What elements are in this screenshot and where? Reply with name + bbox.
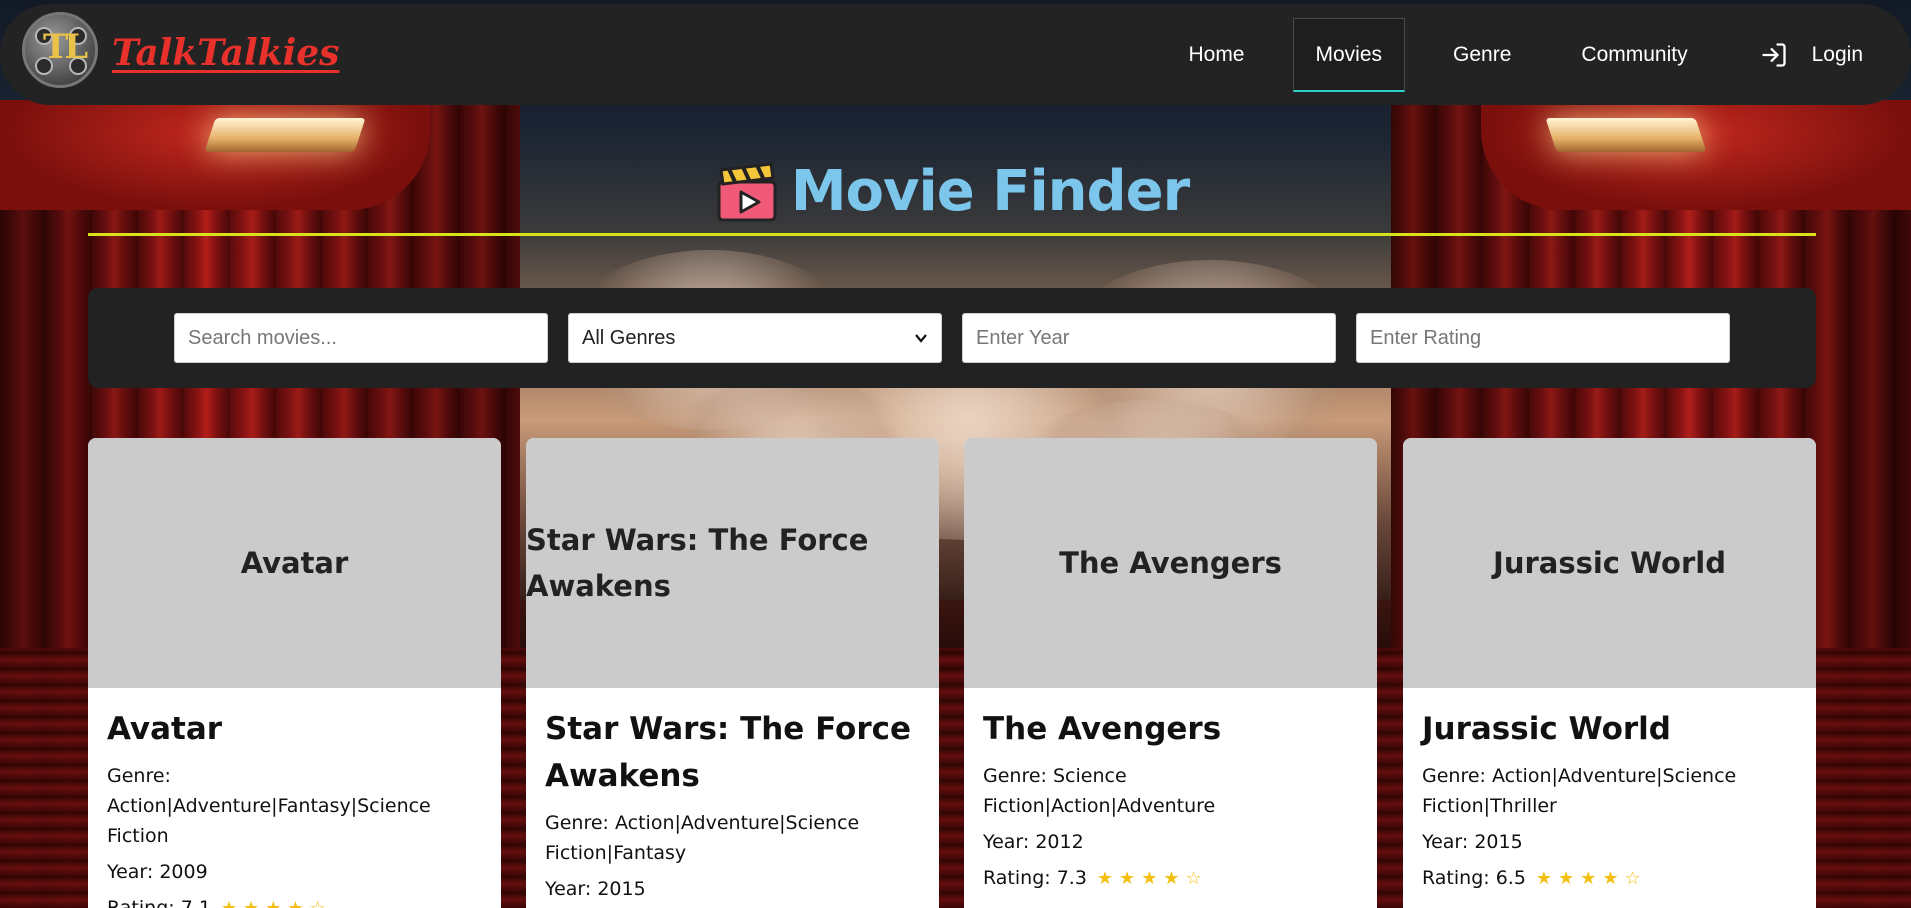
movie-poster: Star Wars: The Force Awakens bbox=[526, 438, 939, 688]
movie-rating: Rating: 7.3 bbox=[983, 867, 1087, 889]
movie-title: The Avengers bbox=[983, 711, 1222, 747]
navbar: TL TalkTalkies Home Movies Genre Communi… bbox=[0, 4, 1911, 105]
movie-year: Year: 2015 bbox=[545, 878, 646, 900]
movie-title: Jurassic World bbox=[1422, 711, 1671, 747]
star-rating-icon: ★★★★☆ bbox=[1096, 868, 1208, 889]
movie-year: Year: 2015 bbox=[1422, 831, 1523, 853]
movie-year: Year: 2012 bbox=[983, 831, 1084, 853]
movie-title: Star Wars: The Force Awakens bbox=[545, 711, 912, 794]
movie-year: Year: 2009 bbox=[107, 861, 208, 883]
nav-home[interactable]: Home bbox=[1166, 18, 1266, 92]
star-rating-icon: ★★★★☆ bbox=[1535, 868, 1647, 889]
movie-rating: Rating: 7.1 bbox=[107, 897, 211, 908]
filter-bar: All Genres bbox=[88, 288, 1816, 388]
nav-movies[interactable]: Movies bbox=[1292, 18, 1406, 92]
movie-rating-row: Rating: 6.5 ★★★★☆ bbox=[1422, 863, 1798, 894]
login-label: Login bbox=[1811, 43, 1863, 66]
movie-poster: The Avengers bbox=[964, 438, 1377, 688]
logo-film-reel-icon[interactable]: TL bbox=[22, 12, 98, 88]
movie-rating-row: Rating: 7.1 ★★★★☆ bbox=[107, 893, 483, 908]
login-arrow-icon bbox=[1761, 43, 1786, 67]
movie-genre: Genre: Science Fiction|Action|Adventure bbox=[983, 765, 1216, 817]
logo-letters: TL bbox=[43, 27, 88, 67]
brand-name[interactable]: TalkTalkies bbox=[112, 32, 339, 74]
movie-rating: Rating: 6.5 bbox=[1422, 867, 1526, 889]
nav-links: Home Movies Genre Community Login bbox=[1140, 18, 1863, 92]
movie-card[interactable]: Star Wars: The Force Awakens Star Wars: … bbox=[526, 438, 939, 908]
movie-genre: Genre: Action|Adventure|Science Fiction|… bbox=[1422, 765, 1737, 817]
movie-poster: Avatar bbox=[88, 438, 501, 688]
nav-community[interactable]: Community bbox=[1559, 18, 1709, 92]
movie-rating-row: Rating: 7.3 ★★★★☆ bbox=[983, 863, 1359, 894]
login-button[interactable]: Login bbox=[1760, 41, 1863, 69]
chevron-down-icon bbox=[915, 334, 927, 343]
star-rating-icon: ★★★★☆ bbox=[221, 898, 332, 908]
rating-input[interactable] bbox=[1356, 313, 1730, 363]
movie-title: Avatar bbox=[107, 711, 223, 747]
nav-genre[interactable]: Genre bbox=[1431, 18, 1533, 92]
year-input[interactable] bbox=[962, 313, 1336, 363]
movie-card[interactable]: Jurassic World Jurassic World Genre: Act… bbox=[1403, 438, 1816, 908]
movie-card[interactable]: Avatar Avatar Genre: Action|Adventure|Fa… bbox=[88, 438, 501, 908]
genre-select[interactable]: All Genres bbox=[568, 313, 942, 363]
movie-card[interactable]: The Avengers The Avengers Genre: Science… bbox=[964, 438, 1377, 908]
genre-select-value: All Genres bbox=[582, 326, 676, 349]
movie-genre: Genre: Action|Adventure|Science Fiction|… bbox=[545, 812, 860, 864]
movie-genre: Genre: Action|Adventure|Fantasy|Science … bbox=[107, 765, 431, 847]
movie-poster: Jurassic World bbox=[1403, 438, 1816, 688]
page-header: Movie Finder bbox=[88, 150, 1816, 236]
clapperboard-icon bbox=[717, 161, 777, 221]
search-input[interactable] bbox=[174, 313, 548, 363]
page-title: Movie Finder bbox=[790, 159, 1190, 224]
